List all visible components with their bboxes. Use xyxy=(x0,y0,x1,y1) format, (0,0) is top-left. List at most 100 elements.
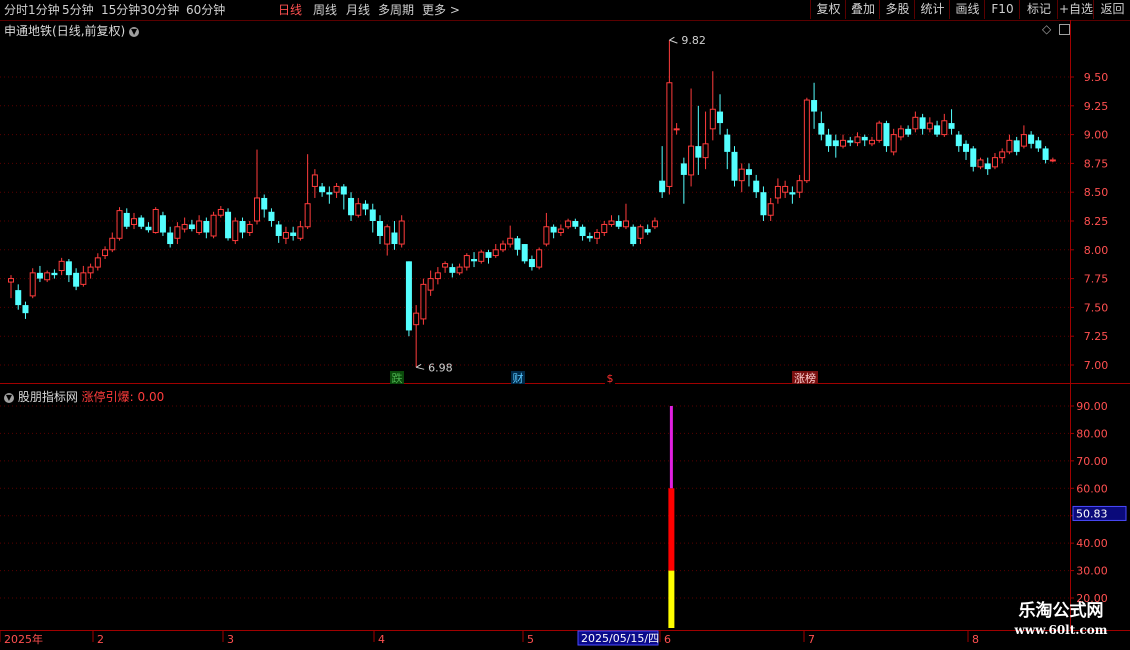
candle-up xyxy=(782,185,789,193)
candle-up xyxy=(174,226,181,239)
candle-up xyxy=(210,214,217,237)
high-price-label: 9.82 xyxy=(681,34,706,47)
candle-up xyxy=(803,99,810,182)
candle-down xyxy=(145,226,152,231)
candle-down xyxy=(789,192,796,195)
candle-down xyxy=(572,221,579,227)
candle-down xyxy=(376,221,383,236)
indicator-tick-label: 70.00 xyxy=(1076,455,1108,468)
price-tick-label: 9.00 xyxy=(1084,129,1109,142)
candle-down xyxy=(521,244,528,262)
candle-up xyxy=(608,220,615,225)
candle-down xyxy=(861,136,868,141)
low-arrow-icon xyxy=(415,363,425,370)
candle-down xyxy=(51,272,58,276)
candle-up xyxy=(109,237,116,251)
candle-up xyxy=(912,116,919,130)
candle-down xyxy=(934,125,941,135)
candle-up xyxy=(1006,139,1013,153)
candle-up xyxy=(384,226,391,245)
candle-up xyxy=(673,128,680,131)
watermark-title: 乐淘公式网 xyxy=(1018,601,1104,621)
candle-up xyxy=(232,220,239,242)
candle-down xyxy=(362,203,369,210)
candle-down xyxy=(239,221,246,233)
price-tick-label: 8.50 xyxy=(1084,186,1109,199)
kline-chart[interactable]: 9.50 9.25 9.00 8.75 8.50 8.25 8.00 7.75 7.50 7.25… xyxy=(0,0,1130,650)
candle-down xyxy=(724,134,731,152)
candle-down xyxy=(485,252,492,258)
candle-down xyxy=(630,226,637,245)
candle-down xyxy=(717,111,724,124)
price-tick-label: 7.75 xyxy=(1084,273,1109,286)
candle-down xyxy=(818,123,825,135)
candle-down xyxy=(847,140,854,143)
indicator-tick-label: 30.00 xyxy=(1076,565,1108,578)
indicator-bar-segment xyxy=(668,570,675,628)
candle-down xyxy=(753,180,760,193)
candle-down xyxy=(586,235,593,239)
candle-up xyxy=(767,203,774,216)
candle-up xyxy=(217,208,224,216)
candle-up xyxy=(565,220,572,228)
candle-down xyxy=(1035,140,1042,149)
candle-down xyxy=(659,180,666,193)
candle-down xyxy=(348,197,355,216)
candle-up xyxy=(58,260,65,272)
time-axis-label: 2025年 xyxy=(4,632,43,646)
candle-down xyxy=(615,221,622,227)
candle-down xyxy=(514,238,521,250)
candle-up xyxy=(601,223,608,234)
candle-up xyxy=(977,159,984,168)
candle-up xyxy=(196,220,203,234)
candle-down xyxy=(290,232,297,236)
candle-up xyxy=(94,257,101,268)
time-axis-label: 8 xyxy=(972,633,979,646)
time-axis-label: 3 xyxy=(227,633,234,646)
candle-down xyxy=(970,148,977,167)
candle-down xyxy=(919,117,926,129)
candle-up xyxy=(738,168,745,182)
price-tick-label: 7.25 xyxy=(1084,330,1109,343)
price-tick-label: 8.75 xyxy=(1084,157,1109,170)
time-axis-label: 2 xyxy=(97,633,104,646)
candle-up xyxy=(246,223,253,234)
indicator-bar-segment xyxy=(669,406,673,489)
candle-up xyxy=(507,237,514,245)
marker-finance: 财 xyxy=(513,371,524,385)
candle-down xyxy=(275,224,282,236)
candle-up xyxy=(651,220,658,228)
candle-up xyxy=(29,272,36,297)
price-tick-label: 8.00 xyxy=(1084,244,1109,257)
candle-up xyxy=(774,185,781,199)
candle-up xyxy=(398,220,405,245)
candle-down xyxy=(268,211,275,221)
candle-up xyxy=(897,128,904,138)
candle-down xyxy=(73,272,80,287)
candle-down xyxy=(369,209,376,221)
candle-down xyxy=(1028,134,1035,144)
candle-down xyxy=(138,217,145,227)
candle-down xyxy=(159,215,166,233)
candle-down xyxy=(811,100,818,112)
candle-down xyxy=(22,305,29,314)
indicator-bar-segment xyxy=(668,488,675,571)
candle-down xyxy=(123,212,130,227)
candle-down xyxy=(319,186,326,193)
candle-up xyxy=(44,272,51,281)
candle-down xyxy=(883,123,890,147)
candle-down xyxy=(1013,140,1020,152)
candle-up xyxy=(152,208,159,234)
candle-up xyxy=(536,249,543,268)
candle-up xyxy=(8,278,14,283)
time-axis-label: 7 xyxy=(808,633,815,646)
candle-down xyxy=(955,134,962,147)
candle-up xyxy=(622,220,629,228)
time-axis-label: 6 xyxy=(664,633,671,646)
candle-up xyxy=(854,136,861,144)
candle-up xyxy=(304,203,311,228)
candle-up xyxy=(478,251,485,262)
candle-down xyxy=(471,259,478,262)
candle-down xyxy=(948,123,955,129)
candle-up xyxy=(840,139,847,147)
